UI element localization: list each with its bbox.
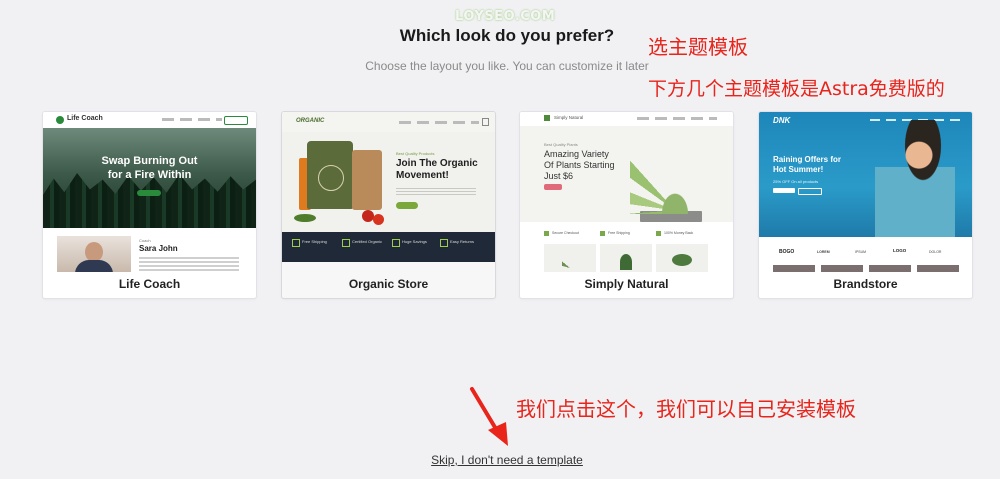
preview-person-label: Coach xyxy=(139,238,151,243)
product-bag-green xyxy=(307,141,353,209)
preview-hero: Best Quality Plants Amazing Variety Of P… xyxy=(520,126,733,222)
person-head xyxy=(85,242,103,262)
preview-feature-bar: Free Shipping Certified Organic Huge Sav… xyxy=(282,232,495,262)
annotation-skip-note: 我们点击这个，我们可以自己安装模板 xyxy=(516,397,856,421)
preview-logo: ORGANIC xyxy=(296,118,325,124)
preview-nav-links xyxy=(399,121,479,124)
logo-icon xyxy=(544,115,550,121)
preview-hero-button-outline xyxy=(798,188,822,195)
preview-nav: ORGANIC xyxy=(282,112,495,132)
plant-image xyxy=(562,252,578,268)
product-bag-brown xyxy=(352,150,382,210)
product-tile xyxy=(544,244,596,272)
preview-offer: 25% OFF On all products xyxy=(773,179,819,184)
preview-brand-strip: BOGO LOREM IPSUM LOGO DOLOR xyxy=(759,237,972,272)
template-card-brandstore[interactable]: DNK Raining Offers for Hot Summer! 25% O… xyxy=(758,111,973,299)
red-arrow-icon xyxy=(470,387,508,446)
preview-hero-title: Amazing Variety Of Plants Starting Just … xyxy=(544,149,615,181)
preview-text-lines xyxy=(139,257,239,272)
preview-hero-title: Join The Organic Movement! xyxy=(396,158,478,181)
preview-person-photo xyxy=(57,236,131,272)
cart-icon xyxy=(482,118,489,126)
page-subtitle: Choose the layout you like. You can cust… xyxy=(365,59,649,73)
template-preview: ORGANIC Best Quality Products Join The O… xyxy=(282,112,495,272)
feature-label: Free Shipping xyxy=(302,239,327,244)
plant-image xyxy=(672,254,692,266)
brand-logo: LOGO xyxy=(893,248,907,253)
preview-logo: Simply Natural xyxy=(554,115,584,120)
preview-hero-button xyxy=(544,184,562,190)
preview-nav: Simply Natural xyxy=(520,112,733,126)
plant-leaves xyxy=(630,144,720,214)
feature-label: Certified Organic xyxy=(352,239,383,244)
annotation-free-templates: 下方几个主题模板是Astra免费版的 xyxy=(648,78,945,100)
preview-hero-title: Swap Burning Out for a Fire Within xyxy=(101,155,198,181)
preview-hero-button xyxy=(137,190,161,196)
brand-logo: IPSUM xyxy=(855,250,867,254)
savings-icon xyxy=(392,239,400,247)
feature-label: Secure Checkout xyxy=(552,231,579,235)
template-card-simply-natural[interactable]: Simply Natural Best Quality Plants Amazi… xyxy=(519,111,734,299)
checkout-icon xyxy=(544,231,549,236)
preview-person-name: Sara John xyxy=(139,244,178,253)
feature-label: Easy Returns xyxy=(450,239,475,244)
brand-logo: DOLOR xyxy=(929,250,942,254)
feature-label: 100% Money Back xyxy=(664,231,694,235)
template-card-life-coach[interactable]: Life Coach Swap Burning Out for a Fire W… xyxy=(42,111,257,299)
brand-logo: LOREM xyxy=(817,250,830,254)
template-name: Organic Store xyxy=(348,277,429,291)
page-title: Which look do you prefer? xyxy=(399,26,615,45)
preview-hero-forest: Swap Burning Out for a Fire Within xyxy=(43,128,256,228)
logo-icon xyxy=(56,116,64,124)
feature-label: Huge Savings xyxy=(402,239,427,244)
template-card-organic-store[interactable]: ORGANIC Best Quality Products Join The O… xyxy=(281,111,496,299)
preview-nav-links xyxy=(637,117,717,120)
preview-hero-button xyxy=(773,188,795,193)
truck-icon xyxy=(292,239,300,247)
preview-nav-links xyxy=(162,118,222,121)
preview-model xyxy=(875,120,955,237)
watermark: LOYSEO.COM xyxy=(455,9,556,24)
preview-hero-kicker: Best Quality Products xyxy=(396,151,435,156)
brand-logo: BOGO xyxy=(779,249,795,255)
product-tiles xyxy=(773,265,959,272)
money-back-icon xyxy=(656,231,661,236)
preview-text-lines xyxy=(396,188,476,196)
preview-hero-kicker: Best Quality Plants xyxy=(544,142,578,147)
preview-nav: Life Coach xyxy=(43,112,256,128)
template-preview: DNK Raining Offers for Hot Summer! 25% O… xyxy=(759,112,972,272)
preview-hero: DNK Raining Offers for Hot Summer! 25% O… xyxy=(759,112,972,237)
template-preview: Life Coach Swap Burning Out for a Fire W… xyxy=(43,112,256,272)
preview-hero-button xyxy=(396,202,418,209)
product-tile xyxy=(600,244,652,272)
template-name: Simply Natural xyxy=(584,277,669,291)
preview-features: Secure Checkout Free Shipping 100% Money… xyxy=(520,222,733,272)
preview-logo: DNK xyxy=(773,116,791,125)
skip-template-link[interactable]: Skip, I don't need a template xyxy=(0,453,1000,467)
returns-icon xyxy=(440,239,448,247)
shipping-icon xyxy=(600,231,605,236)
product-tile xyxy=(656,244,708,272)
template-name: Brandstore xyxy=(833,277,898,291)
preview-hero-title: Raining Offers for Hot Summer! xyxy=(773,155,842,174)
annotation-choose-template: 选主题模板 xyxy=(648,35,748,59)
feature-label: Free Shipping xyxy=(608,231,630,235)
plant-image xyxy=(620,254,632,270)
product-leaves xyxy=(294,214,316,222)
product-tomato xyxy=(373,214,384,225)
preview-nav-button xyxy=(224,116,248,125)
person-body xyxy=(75,260,113,272)
certified-icon xyxy=(342,239,350,247)
template-preview: Simply Natural Best Quality Plants Amazi… xyxy=(520,112,733,272)
preview-logo: Life Coach xyxy=(67,115,103,122)
preview-hero: Best Quality Products Join The Organic M… xyxy=(282,132,495,232)
template-name: Life Coach xyxy=(118,277,181,291)
bag-emblem xyxy=(318,165,344,191)
